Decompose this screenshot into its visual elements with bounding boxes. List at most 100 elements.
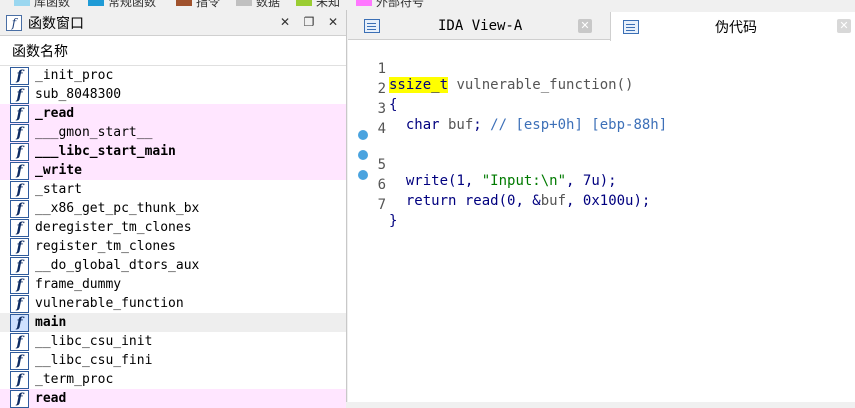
close-icon[interactable]: ✕ — [837, 19, 851, 33]
legend-instruction: 指令 — [176, 0, 221, 9]
legend-library-function: 库函数 — [14, 0, 71, 9]
function-name: _start — [35, 182, 82, 197]
code-text: } — [389, 213, 398, 229]
legend-external-symbol: 外部符号 — [356, 0, 425, 9]
pseudocode-editor[interactable]: 1 ssize_t vulnerable_function() 2 { 3 ch… — [348, 40, 855, 229]
function-row[interactable]: f deregister_tm_clones — [0, 218, 346, 237]
function-icon: f — [10, 142, 29, 161]
function-row[interactable]: f _read — [0, 104, 346, 123]
function-icon: f — [10, 85, 29, 104]
code-args: , 0x100u); — [566, 193, 651, 209]
function-name: frame_dummy — [35, 277, 122, 292]
line-number: 7 — [377, 197, 386, 213]
pseudocode-panel: IDA View-A ✕ 伪代码 ✕ 1 ssize_t vulnerable_… — [348, 10, 855, 402]
code-line[interactable]: 3 char buf; // [esp+0h] [ebp-88h] — [348, 85, 855, 133]
disassembly-view-icon — [364, 19, 380, 33]
code-line[interactable]: 5 write(1, "Input:\n", 7u); — [348, 125, 855, 189]
function-row[interactable]: f sub_8048300 — [0, 85, 346, 104]
function-row[interactable]: f _start — [0, 180, 346, 199]
functions-window-titlebar[interactable]: f 函数窗口 ✕ ❐ ✕ — [0, 10, 346, 36]
function-name: __do_global_dtors_aux — [35, 258, 200, 273]
function-icon: f — [10, 351, 29, 370]
function-row[interactable]: f frame_dummy — [0, 275, 346, 294]
function-icon: f — [10, 237, 29, 256]
function-icon: f — [10, 180, 29, 199]
legend-label: 外部符号 — [376, 0, 425, 9]
function-name: vulnerable_function — [35, 296, 184, 311]
legend-swatch — [14, 0, 30, 6]
function-icon: f — [10, 66, 29, 85]
function-row[interactable]: f __libc_csu_fini — [0, 351, 346, 370]
function-name: __libc_csu_fini — [35, 353, 153, 368]
legend-swatch — [236, 0, 252, 6]
close-window-icon[interactable]: ✕ — [326, 15, 340, 29]
function-icon: f — [10, 275, 29, 294]
tab-label: 伪代码 — [715, 19, 757, 36]
column-header-function-name[interactable]: 函数名称 — [0, 36, 346, 66]
code-line[interactable]: 4 — [348, 105, 855, 137]
code-line[interactable]: 6 return read(0, &buf, 0x100u); — [348, 145, 855, 209]
function-icon: f — [10, 332, 29, 351]
tab-pseudocode[interactable]: 伪代码 ✕ — [610, 12, 855, 41]
function-icon: f — [6, 14, 22, 31]
function-row[interactable]: f read — [0, 389, 346, 408]
legend-label: 未知 — [316, 0, 341, 9]
function-name: __x86_get_pc_thunk_bx — [35, 201, 200, 216]
breakpoint-dot-icon[interactable] — [358, 170, 368, 180]
function-row[interactable]: f _write — [0, 161, 346, 180]
function-row[interactable]: f _term_proc — [0, 370, 346, 389]
function-name: main — [35, 315, 67, 330]
function-icon: f — [10, 161, 29, 180]
function-row[interactable]: f register_tm_clones — [0, 237, 346, 256]
legend-swatch — [356, 0, 372, 6]
function-row[interactable]: f ___gmon_start__ — [0, 123, 346, 142]
functions-window: f 函数窗口 ✕ ❐ ✕ 函数名称 f _init_proc f sub_80483… — [0, 10, 347, 408]
function-icon: f — [10, 313, 29, 332]
function-row[interactable]: f __libc_csu_init — [0, 332, 346, 351]
code-line[interactable]: 7 } — [348, 165, 855, 229]
legend-label: 数据 — [256, 0, 281, 9]
function-name: sub_8048300 — [35, 87, 122, 102]
function-row-selected[interactable]: f main — [0, 313, 346, 332]
float-window-icon[interactable]: ❐ — [302, 15, 316, 29]
function-name: __libc_csu_init — [35, 334, 153, 349]
function-icon: f — [10, 199, 29, 218]
legend-swatch — [296, 0, 312, 6]
function-row[interactable]: f __do_global_dtors_aux — [0, 256, 346, 275]
tab-ida-view-a[interactable]: IDA View-A ✕ — [352, 12, 602, 40]
close-icon[interactable]: ✕ — [278, 15, 292, 29]
legend-label: 库函数 — [34, 0, 71, 9]
function-call[interactable]: read — [456, 193, 499, 209]
function-icon: f — [10, 389, 29, 408]
close-icon[interactable]: ✕ — [578, 19, 592, 33]
code-line[interactable]: 1 ssize_t vulnerable_function() — [348, 45, 855, 93]
function-icon: f — [10, 104, 29, 123]
color-legend: 库函数 常规函数 指令 数据 未知 外部符号 — [0, 0, 855, 10]
function-name: _init_proc — [35, 68, 114, 83]
code-line[interactable]: 2 { — [348, 65, 855, 113]
variable-buf[interactable]: buf — [541, 193, 566, 209]
function-row[interactable]: f _init_proc — [0, 66, 346, 85]
functions-window-title: 函数窗口 — [28, 15, 84, 32]
function-icon: f — [10, 370, 29, 389]
legend-unknown: 未知 — [296, 0, 341, 9]
function-list: f _init_proc f sub_8048300 f _read f ___gmon… — [0, 66, 346, 408]
legend-data: 数据 — [236, 0, 281, 9]
breakpoint-dot-icon[interactable] — [358, 130, 368, 140]
tab-label: IDA View-A — [438, 18, 523, 34]
function-icon: f — [10, 123, 29, 142]
function-row[interactable]: f ___libc_start_main — [0, 142, 346, 161]
function-row[interactable]: f __x86_get_pc_thunk_bx — [0, 199, 346, 218]
legend-regular-function: 常规函数 — [88, 0, 156, 9]
function-name: read — [35, 391, 67, 406]
function-name: deregister_tm_clones — [35, 220, 192, 235]
legend-swatch — [176, 0, 192, 6]
function-name: _read — [35, 106, 75, 121]
breakpoint-dot-icon[interactable] — [358, 150, 368, 160]
function-icon: f — [10, 218, 29, 237]
function-name: _term_proc — [35, 372, 114, 387]
legend-label: 指令 — [196, 0, 221, 9]
function-icon: f — [10, 256, 29, 275]
function-row[interactable]: f vulnerable_function — [0, 294, 346, 313]
tab-bar: IDA View-A ✕ 伪代码 ✕ — [348, 10, 855, 41]
